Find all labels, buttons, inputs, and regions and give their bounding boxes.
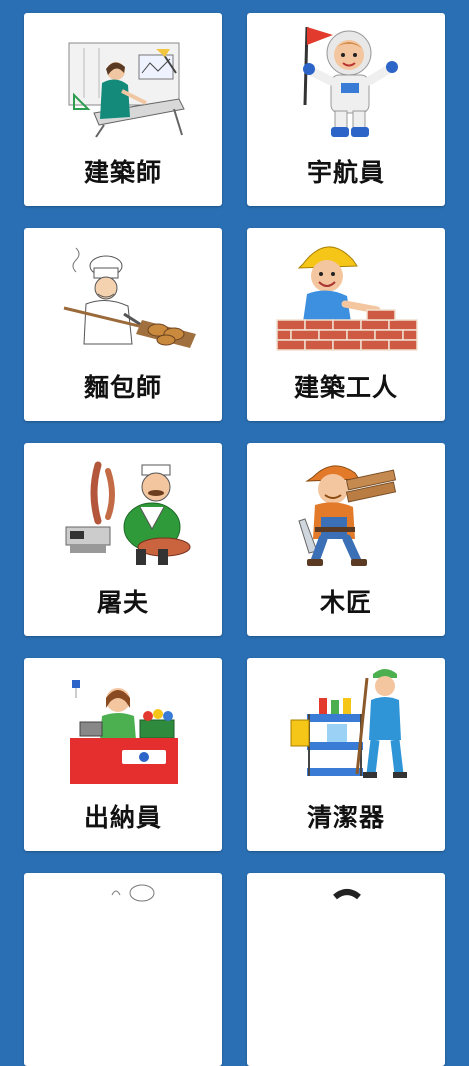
chef-icon bbox=[24, 873, 222, 1003]
card-cleaner[interactable]: 清潔器 bbox=[247, 658, 445, 851]
card-person[interactable] bbox=[247, 873, 445, 1066]
card-butcher[interactable]: 屠夫 bbox=[24, 443, 222, 636]
card-carpenter[interactable]: 木匠 bbox=[247, 443, 445, 636]
card-chef[interactable] bbox=[24, 873, 222, 1066]
card-astronaut[interactable]: 宇航員 bbox=[247, 13, 445, 206]
card-label: 建築工人 bbox=[293, 373, 398, 402]
construction-worker-icon bbox=[247, 228, 445, 358]
baker-icon bbox=[24, 228, 222, 358]
carpenter-icon bbox=[247, 443, 445, 573]
occupation-grid: 建築師 宇航員 麵包師 建築工人 屠夫 木匠 出納員 清潔器 bbox=[0, 0, 469, 1066]
card-label: 屠夫 bbox=[96, 588, 149, 617]
card-label: 建築師 bbox=[83, 158, 162, 187]
card-label: 宇航員 bbox=[306, 158, 385, 187]
card-label: 木匠 bbox=[319, 588, 372, 617]
card-construction-worker[interactable]: 建築工人 bbox=[247, 228, 445, 421]
architect-icon bbox=[24, 13, 222, 143]
cleaner-icon bbox=[247, 658, 445, 788]
card-label: 麵包師 bbox=[83, 373, 162, 402]
cashier-icon bbox=[24, 658, 222, 788]
butcher-icon bbox=[24, 443, 222, 573]
card-architect[interactable]: 建築師 bbox=[24, 13, 222, 206]
person-icon bbox=[247, 873, 445, 1003]
card-label: 清潔器 bbox=[306, 803, 385, 832]
card-label: 出納員 bbox=[83, 803, 162, 832]
astronaut-icon bbox=[247, 13, 445, 143]
card-baker[interactable]: 麵包師 bbox=[24, 228, 222, 421]
card-cashier[interactable]: 出納員 bbox=[24, 658, 222, 851]
